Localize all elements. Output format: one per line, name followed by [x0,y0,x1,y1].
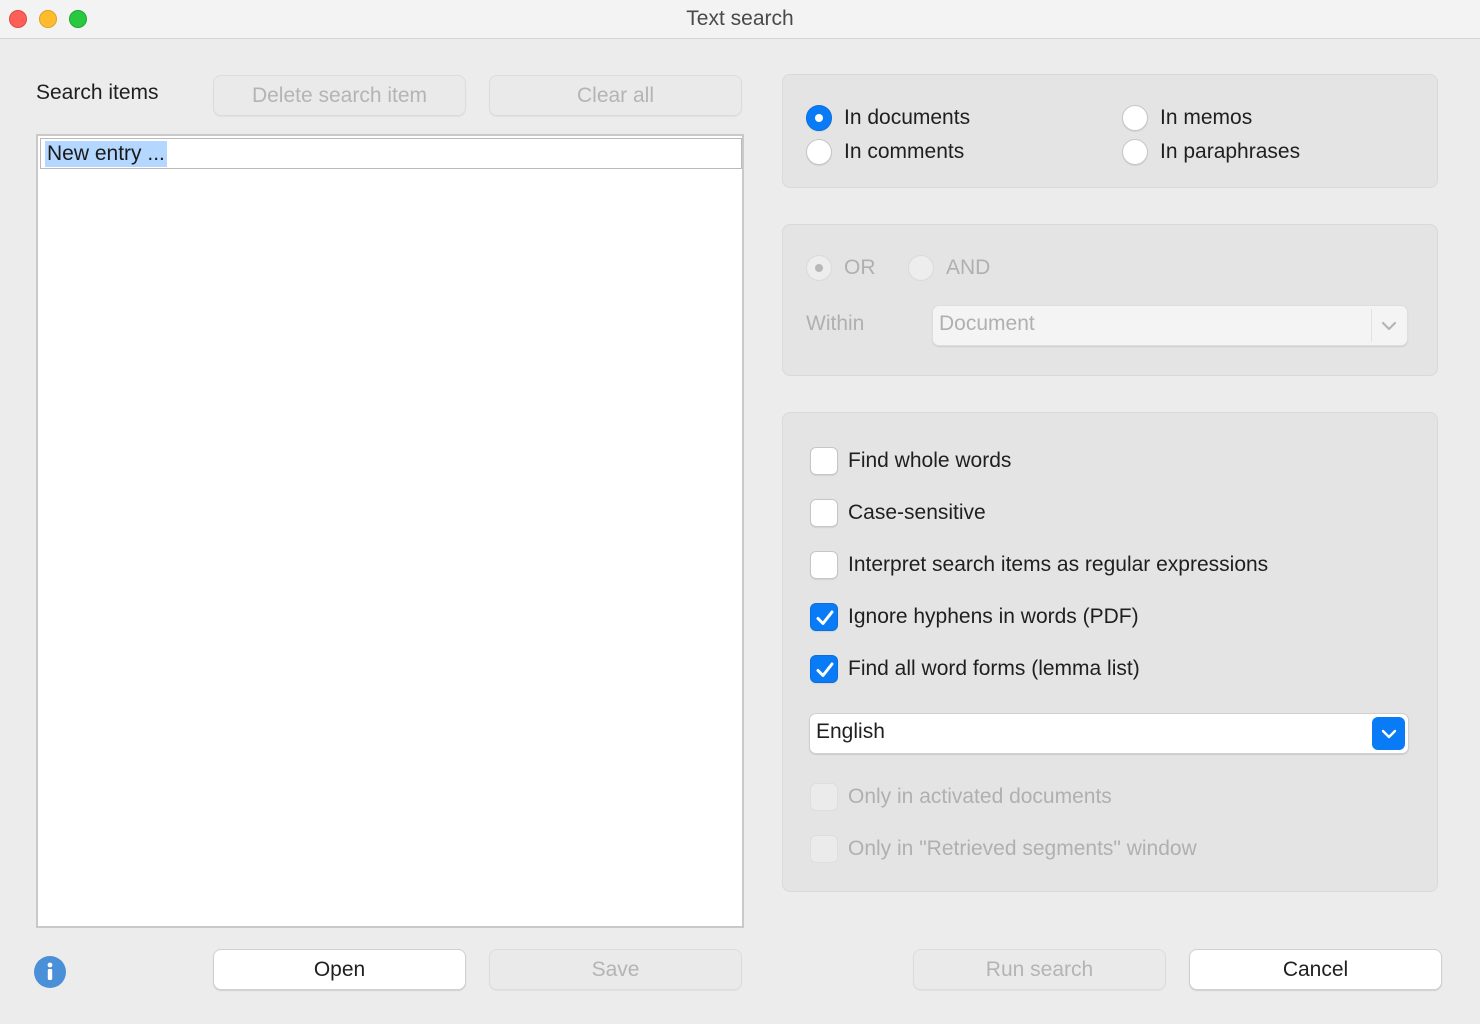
regex-checkbox[interactable] [810,551,838,579]
chevron-down-icon [1372,717,1405,750]
only-retrieved-segments-label: Only in "Retrieved segments" window [848,837,1197,860]
only-retrieved-segments-checkbox[interactable] [810,835,838,863]
search-scope-group: In documents In memos In comments In par… [782,74,1438,188]
find-word-forms-checkbox[interactable] [810,655,838,683]
regex-label: Interpret search items as regular expres… [848,553,1269,576]
only-activated-documents-label: Only in activated documents [848,785,1112,808]
clear-all-button[interactable]: Clear all [489,75,742,116]
save-button[interactable]: Save [489,949,742,990]
list-item[interactable]: New entry ... [40,138,742,169]
find-whole-words-label: Find whole words [848,449,1012,472]
language-select[interactable]: English [809,713,1409,754]
case-sensitive-checkbox[interactable] [810,499,838,527]
in-memos-radio[interactable] [1122,105,1148,131]
window-title: Text search [686,7,794,30]
in-memos-label: In memos [1160,106,1253,129]
only-activated-documents-checkbox[interactable] [810,783,838,811]
info-icon[interactable] [34,956,66,988]
search-options-group: Find whole words Case-sensitive Interpre… [782,412,1438,892]
and-radio[interactable] [908,255,934,281]
language-select-value: English [816,720,885,743]
run-search-button[interactable]: Run search [913,949,1166,990]
find-word-forms-label: Find all word forms (lemma list) [848,657,1140,680]
within-select[interactable]: Document [932,305,1408,346]
search-item-entry-text[interactable]: New entry ... [45,141,167,167]
search-logic-group: OR AND Within Document [782,224,1438,376]
and-label: AND [946,256,991,279]
in-paraphrases-radio[interactable] [1122,139,1148,165]
in-documents-label: In documents [844,106,971,129]
checkmark-icon [816,610,834,625]
chevron-down-icon [1371,309,1404,342]
search-items-label: Search items [36,81,159,104]
case-sensitive-label: Case-sensitive [848,501,986,524]
or-label: OR [844,256,876,279]
open-button[interactable]: Open [213,949,466,990]
text-search-dialog: Text search Search items Delete search i… [0,0,1480,1024]
delete-search-item-button[interactable]: Delete search item [213,75,466,116]
in-paraphrases-label: In paraphrases [1160,140,1301,163]
within-select-value: Document [939,312,1035,335]
ignore-hyphens-checkbox[interactable] [810,603,838,631]
within-label: Within [806,312,865,335]
search-items-list[interactable]: New entry ... [36,134,744,928]
in-documents-radio[interactable] [806,105,832,131]
ignore-hyphens-label: Ignore hyphens in words (PDF) [848,605,1139,628]
cancel-button[interactable]: Cancel [1189,949,1442,990]
or-radio[interactable] [806,255,832,281]
in-comments-label: In comments [844,140,965,163]
find-whole-words-checkbox[interactable] [810,447,838,475]
title-bar: Text search [0,0,1480,39]
checkmark-icon [816,662,834,677]
in-comments-radio[interactable] [806,139,832,165]
